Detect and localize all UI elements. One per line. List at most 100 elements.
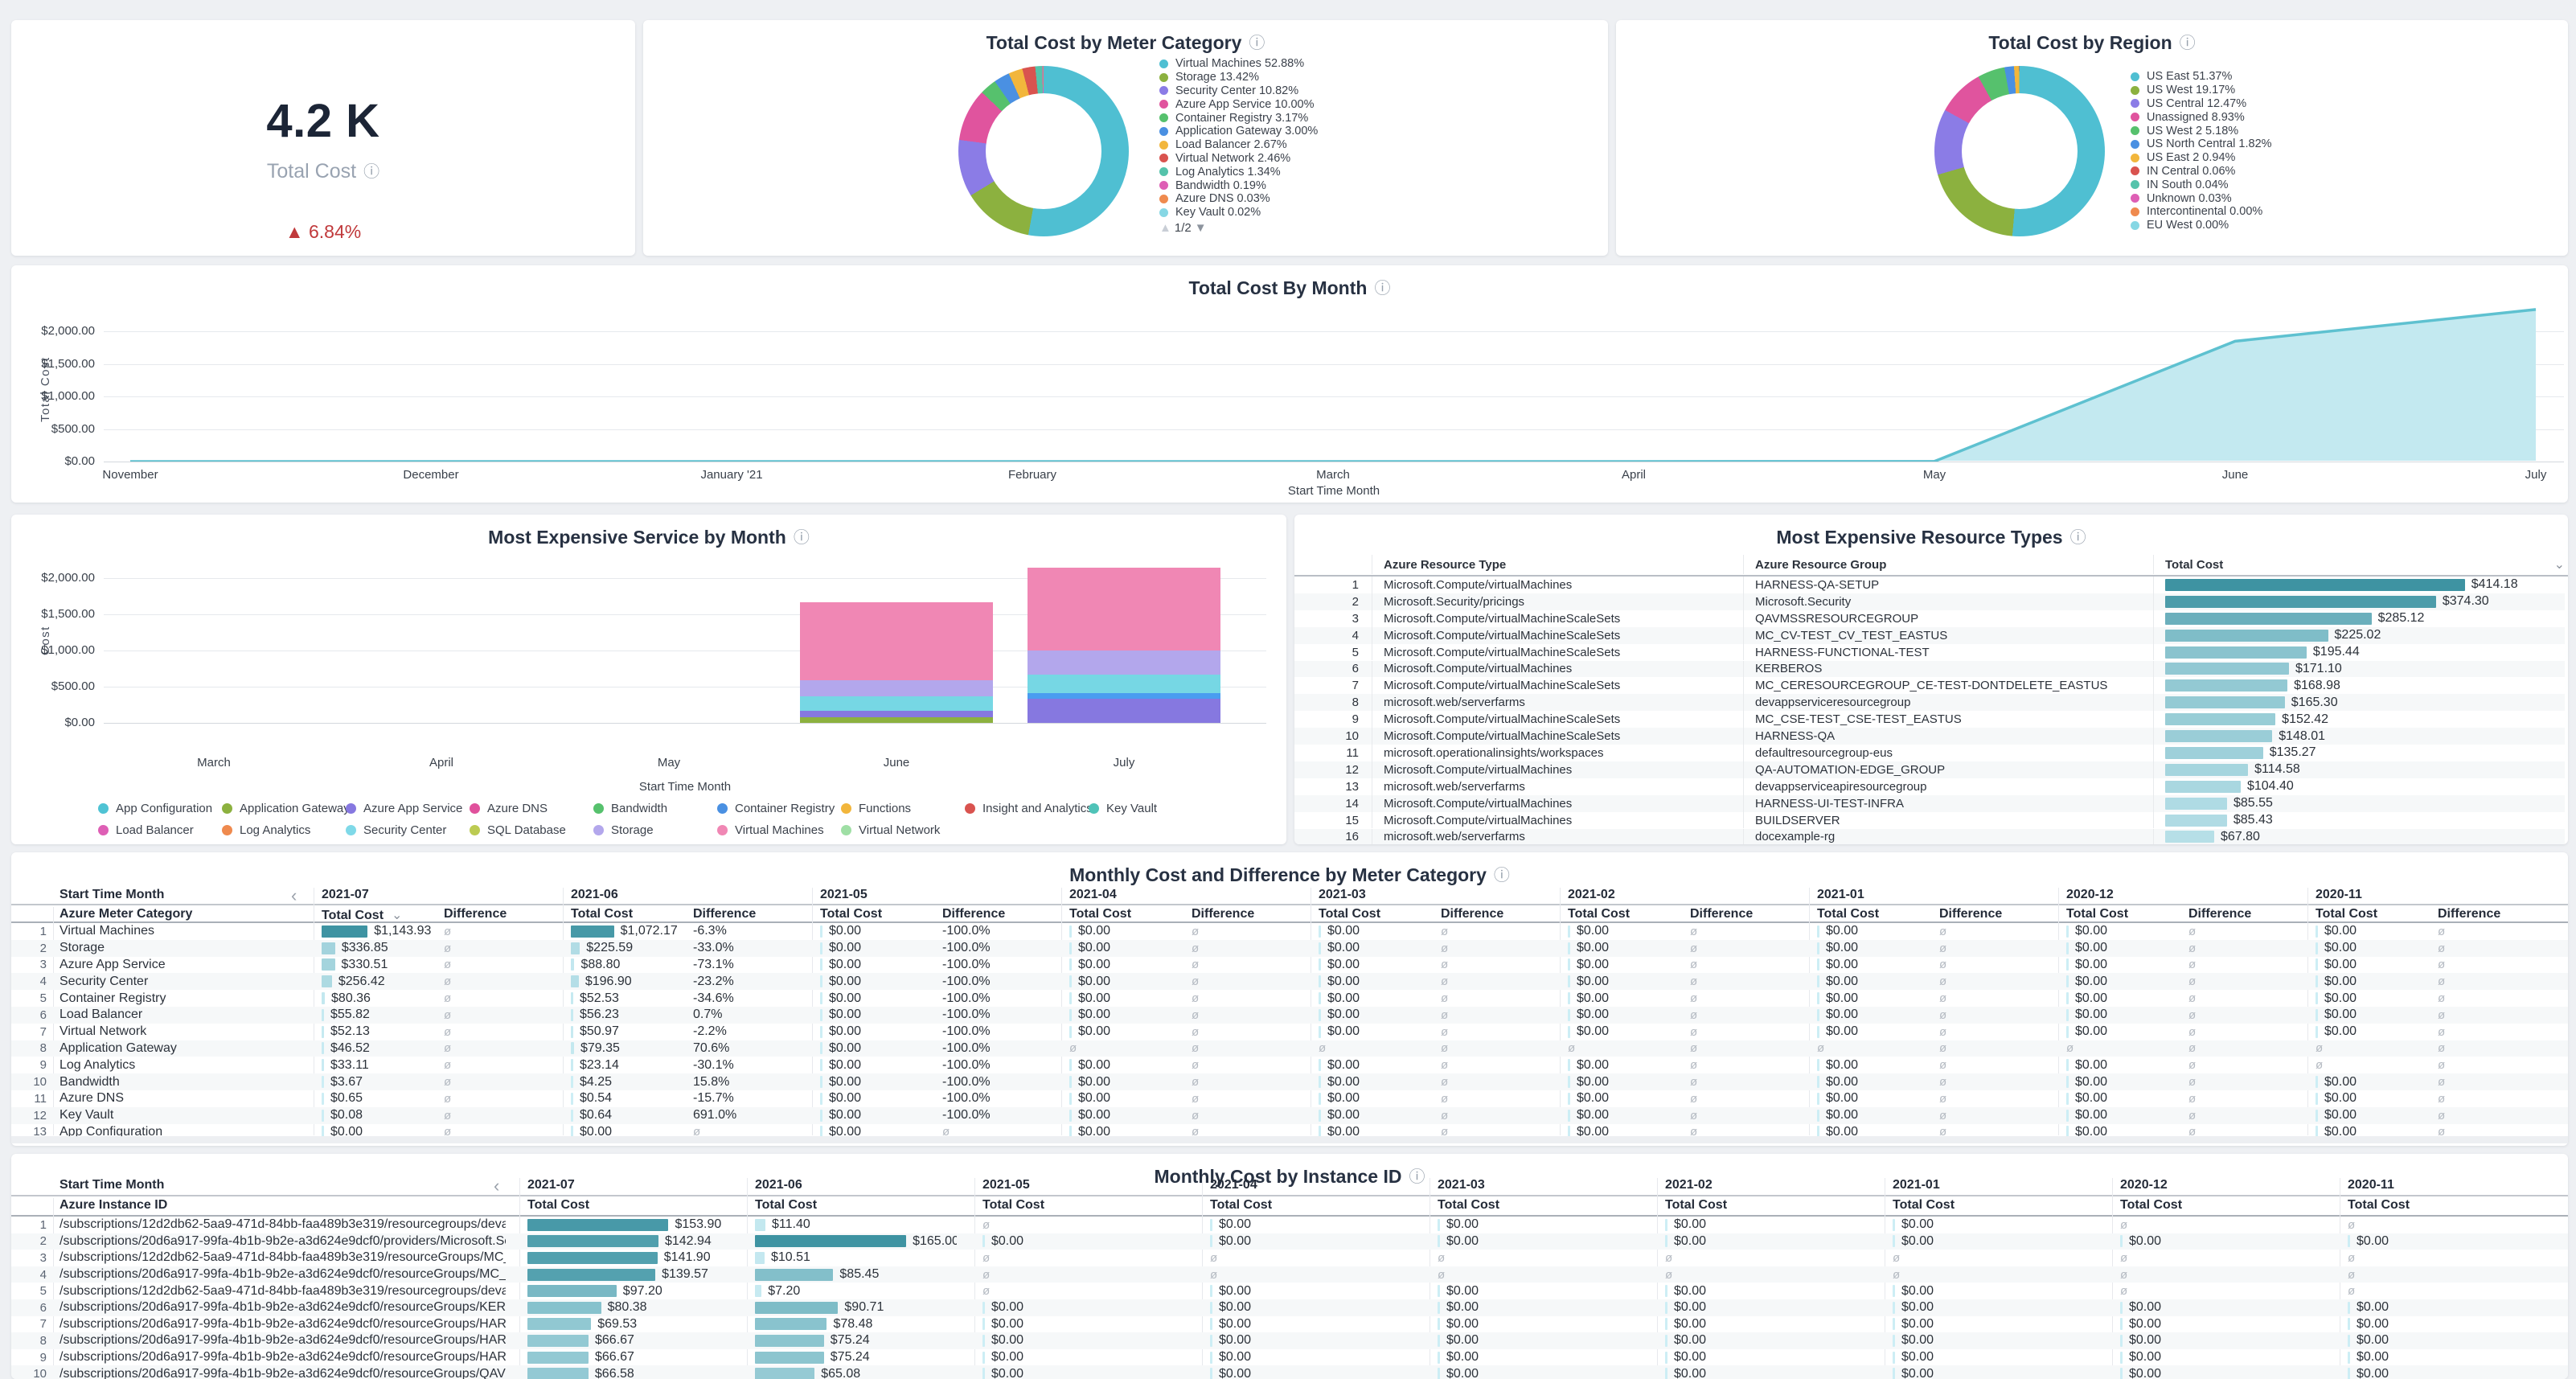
bar-segment-virtual-machines[interactable] <box>800 602 993 679</box>
column-header-total-cost[interactable]: Total Cost⌄ <box>2153 555 2565 574</box>
table-row[interactable]: 6/subscriptions/20d6a917-99fa-4b1b-9b2e-… <box>11 1299 2568 1316</box>
table-row[interactable]: 4/subscriptions/20d6a917-99fa-4b1b-9b2e-… <box>11 1266 2568 1283</box>
row-dimension-header[interactable]: Azure Meter Category <box>59 907 192 921</box>
info-icon[interactable]: ⓘ <box>363 158 379 182</box>
column-header-total-cost[interactable]: Total Cost⌄ <box>322 907 402 923</box>
month-header[interactable]: 2021-02 <box>1665 1178 1713 1192</box>
legend-item[interactable]: Unknown 0.03% <box>2131 191 2272 205</box>
column-header-difference[interactable]: Difference <box>1939 907 2002 921</box>
bar-segment-application-gateway[interactable] <box>800 717 993 723</box>
month-header[interactable]: 2021-05 <box>982 1178 1030 1192</box>
info-icon[interactable]: ⓘ <box>2180 30 2196 53</box>
month-header[interactable]: 2021-07 <box>527 1178 575 1192</box>
region-donut-chart[interactable] <box>1934 66 2105 236</box>
column-header-total-cost[interactable]: Total Cost <box>1893 1198 1955 1213</box>
horizontal-scrollbar[interactable] <box>11 1136 2568 1143</box>
column-header-difference[interactable]: Difference <box>1192 907 1254 921</box>
column-header-resource-group[interactable]: Azure Resource Group <box>1743 555 2153 574</box>
column-header-total-cost[interactable]: Total Cost <box>820 907 882 921</box>
table-row[interactable]: 9Log Analytics$33.11ø$23.14-30.1%$0.00-1… <box>11 1057 2568 1073</box>
legend-item[interactable]: Virtual Network <box>841 819 965 841</box>
month-header[interactable]: 2021-05 <box>820 888 868 902</box>
legend-item[interactable]: US East 2 0.94% <box>2131 151 2272 165</box>
column-header-difference[interactable]: Difference <box>1690 907 1753 921</box>
legend-item[interactable]: Log Analytics <box>222 819 346 841</box>
column-header-total-cost[interactable]: Total Cost <box>571 907 633 921</box>
month-header[interactable]: 2021-01 <box>1893 1178 1940 1192</box>
table-row[interactable]: 12Key Vault$0.08ø$0.64691.0%$0.00-100.0%… <box>11 1107 2568 1124</box>
table-row[interactable]: 6Microsoft.Compute/virtualMachinesKERBER… <box>1294 661 2565 678</box>
column-header-total-cost[interactable]: Total Cost <box>1069 907 1131 921</box>
month-header[interactable]: 2021-03 <box>1319 888 1366 902</box>
info-icon[interactable]: ⓘ <box>1374 275 1390 298</box>
month-header[interactable]: 2021-02 <box>1568 888 1615 902</box>
legend-item[interactable]: Container Registry <box>717 798 841 819</box>
column-header-total-cost[interactable]: Total Cost <box>755 1198 817 1213</box>
table-row[interactable]: 14Microsoft.Compute/virtualMachinesHARNE… <box>1294 795 2565 812</box>
info-icon[interactable]: ⓘ <box>2070 524 2086 548</box>
info-icon[interactable]: ⓘ <box>1409 1164 1425 1187</box>
table-row[interactable]: 12Microsoft.Compute/virtualMachinesQA-AU… <box>1294 761 2565 778</box>
legend-item[interactable]: Storage <box>593 819 717 841</box>
legend-item[interactable]: Azure App Service <box>346 798 470 819</box>
legend-item[interactable]: Azure App Service 10.00% <box>1159 97 1318 111</box>
table-row[interactable]: 6Load Balancer$55.82ø$56.230.7%$0.00-100… <box>11 1007 2568 1024</box>
column-header-total-cost[interactable]: Total Cost <box>2348 1198 2410 1213</box>
month-header[interactable]: 2020-11 <box>2316 888 2362 902</box>
column-header-total-cost[interactable]: Total Cost <box>1319 907 1380 921</box>
table-row[interactable]: 9/subscriptions/20d6a917-99fa-4b1b-9b2e-… <box>11 1349 2568 1366</box>
legend-item[interactable]: Virtual Machines 52.88% <box>1159 57 1318 71</box>
table-row[interactable]: 13microsoft.web/serverfarmsdevappservice… <box>1294 778 2565 795</box>
legend-item[interactable]: Container Registry 3.17% <box>1159 111 1318 125</box>
legend-item[interactable]: Key Vault 0.02% <box>1159 206 1318 220</box>
table-row[interactable]: 10Microsoft.Compute/virtualMachineScaleS… <box>1294 728 2565 745</box>
scroll-left-icon[interactable]: ‹ <box>291 888 297 904</box>
table-row[interactable]: 7Microsoft.Compute/virtualMachineScaleSe… <box>1294 677 2565 694</box>
table-row[interactable]: 5Microsoft.Compute/virtualMachineScaleSe… <box>1294 644 2565 661</box>
column-header-resource-type[interactable]: Azure Resource Type <box>1372 555 1743 574</box>
column-header-total-cost[interactable]: Total Cost <box>1817 907 1879 921</box>
column-header-difference[interactable]: Difference <box>2438 907 2500 921</box>
legend-item[interactable]: Azure DNS 0.03% <box>1159 192 1318 206</box>
legend-item[interactable]: Load Balancer <box>98 819 222 841</box>
table-row[interactable]: 8Application Gateway$46.52ø$79.3570.6%$0… <box>11 1040 2568 1057</box>
month-header[interactable]: 2021-04 <box>1069 888 1117 902</box>
table-row[interactable]: 8microsoft.web/serverfarmsdevappservicer… <box>1294 694 2565 711</box>
legend-item[interactable]: Log Analytics 1.34% <box>1159 165 1318 179</box>
legend-item[interactable]: Bandwidth <box>593 798 717 819</box>
legend-item[interactable]: IN Central 0.06% <box>2131 165 2272 179</box>
table-row[interactable]: 5Container Registry$80.36ø$52.53-34.6%$0… <box>11 990 2568 1007</box>
column-header-difference[interactable]: Difference <box>2188 907 2251 921</box>
scroll-left-icon[interactable]: ‹ <box>494 1178 499 1194</box>
table-row[interactable]: 2Storage$336.85ø$225.59-33.0%$0.00-100.0… <box>11 940 2568 957</box>
legend-item[interactable]: US Central 12.47% <box>2131 97 2272 111</box>
legend-item[interactable]: Bandwidth 0.19% <box>1159 179 1318 192</box>
table-row[interactable]: 8/subscriptions/20d6a917-99fa-4b1b-9b2e-… <box>11 1332 2568 1349</box>
row-dimension-header[interactable]: Azure Instance ID <box>59 1198 167 1213</box>
meter-category-donut-chart[interactable] <box>958 66 1129 236</box>
legend-item[interactable]: Virtual Machines <box>717 819 841 841</box>
column-header-difference[interactable]: Difference <box>444 907 507 921</box>
page-up-icon[interactable]: ▲ <box>1159 221 1171 235</box>
column-header-total-cost[interactable]: Total Cost <box>527 1198 589 1213</box>
legend-item[interactable]: Application Gateway <box>222 798 346 819</box>
column-header-total-cost[interactable]: Total Cost <box>2316 907 2377 921</box>
bar-segment-storage[interactable] <box>1028 651 1220 675</box>
table-row[interactable]: 11Azure DNS$0.65ø$0.54-15.7%$0.00-100.0%… <box>11 1090 2568 1107</box>
info-icon[interactable]: ⓘ <box>1494 862 1510 885</box>
month-header[interactable]: 2021-04 <box>1210 1178 1257 1192</box>
legend-item[interactable]: US North Central 1.82% <box>2131 137 2272 151</box>
month-header[interactable]: 2021-01 <box>1817 888 1864 902</box>
column-header-difference[interactable]: Difference <box>693 907 756 921</box>
table-row[interactable]: 1Virtual Machines$1,143.93ø$1,072.17-6.3… <box>11 923 2568 940</box>
month-header[interactable]: 2021-03 <box>1438 1178 1485 1192</box>
legend-item[interactable]: Security Center <box>346 819 470 841</box>
sort-caret-icon[interactable]: ⌄ <box>392 909 402 922</box>
legend-item[interactable]: Storage 13.42% <box>1159 71 1318 84</box>
legend-item[interactable]: US East 51.37% <box>2131 70 2272 84</box>
column-header-difference[interactable]: Difference <box>942 907 1005 921</box>
legend-item[interactable]: Insight and Analytics <box>965 798 1089 819</box>
month-header[interactable]: 2021-06 <box>755 1178 802 1192</box>
table-row[interactable]: 7/subscriptions/20d6a917-99fa-4b1b-9b2e-… <box>11 1316 2568 1333</box>
table-row[interactable]: 3Microsoft.Compute/virtualMachineScaleSe… <box>1294 610 2565 627</box>
